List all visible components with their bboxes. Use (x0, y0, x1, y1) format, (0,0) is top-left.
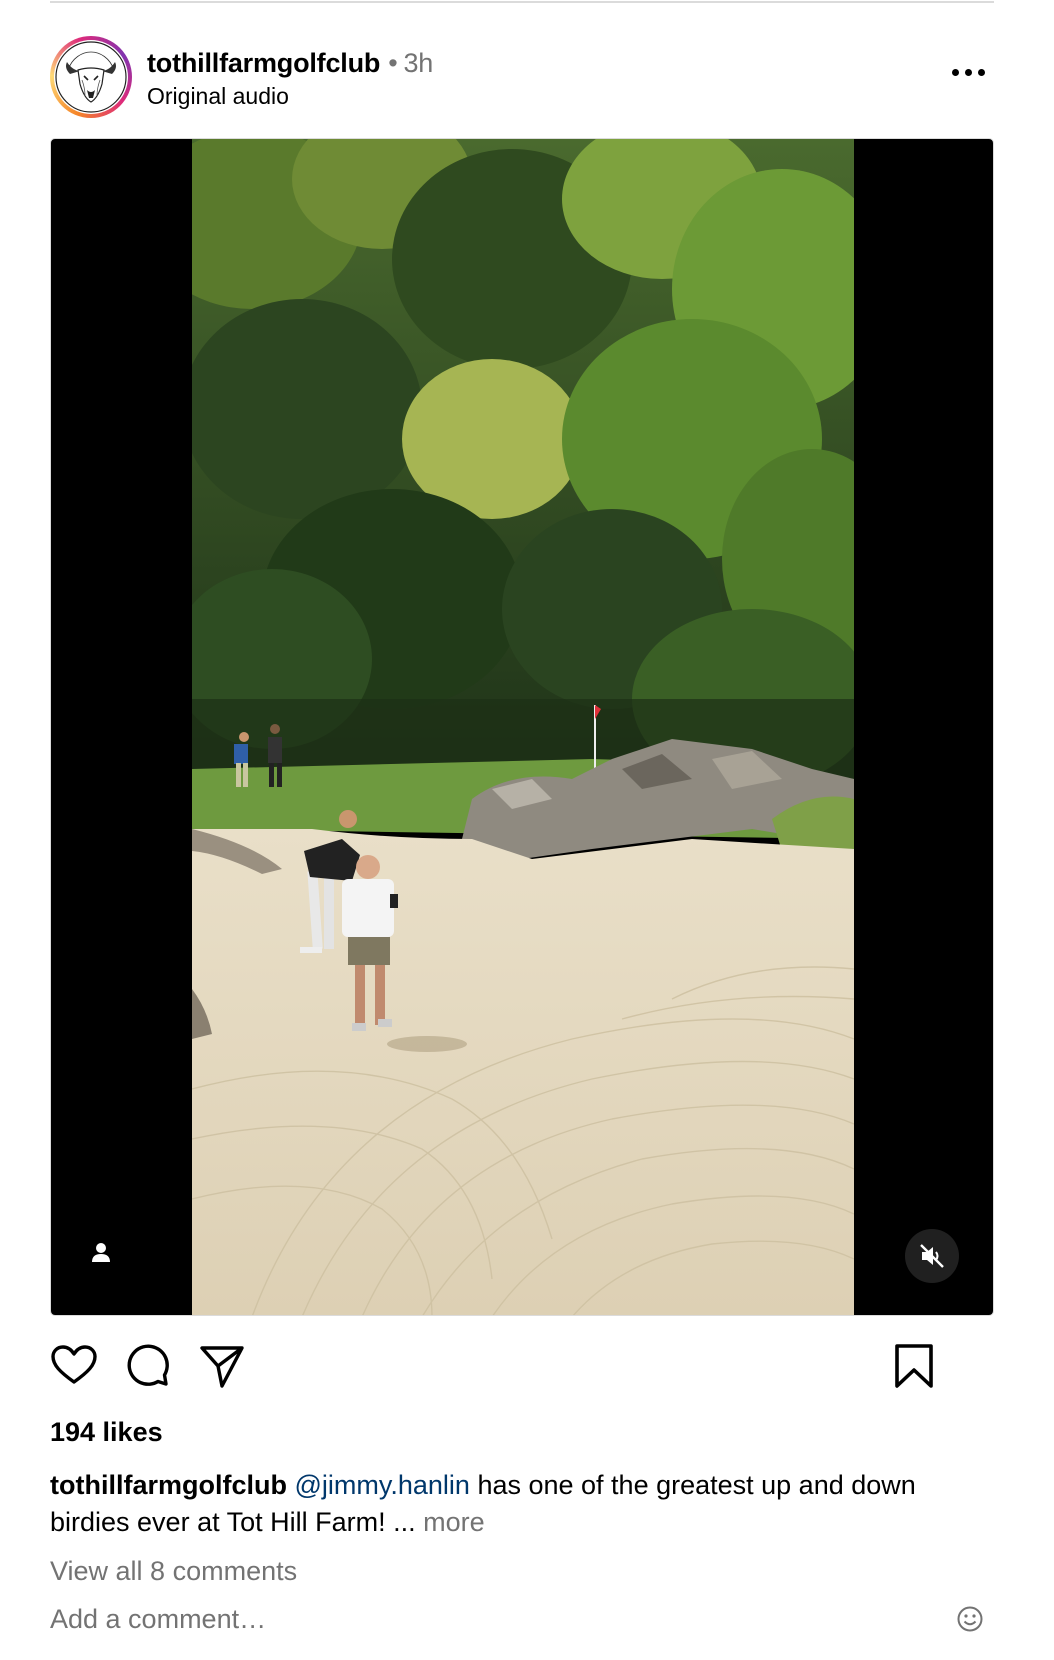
more-dot (965, 69, 972, 76)
comment-bubble-icon (127, 1344, 169, 1386)
golf-bunker-scene (192, 139, 854, 1315)
audio-label[interactable]: Original audio (147, 83, 289, 110)
post-caption: tothillfarmgolfclub @jimmy.hanlin has on… (50, 1467, 994, 1541)
tot-hill-farm-logo (55, 41, 127, 113)
post-time[interactable]: 3h (403, 48, 433, 78)
post-username-row: tothillfarmgolfclub • 3h (147, 48, 433, 79)
person-icon (92, 1243, 110, 1262)
smiley-icon (957, 1606, 983, 1632)
add-comment-input[interactable]: Add a comment… (50, 1604, 266, 1635)
save-button[interactable] (890, 1342, 938, 1390)
avatar-story-ring[interactable] (50, 36, 132, 118)
emoji-picker-button[interactable] (956, 1605, 984, 1633)
mute-toggle-button[interactable] (905, 1229, 959, 1283)
bookmark-icon (895, 1344, 933, 1388)
like-button[interactable] (50, 1342, 98, 1390)
more-dot (978, 69, 985, 76)
comment-button[interactable] (123, 1342, 171, 1390)
separator-dot: • (388, 48, 398, 78)
caption-mention[interactable]: @jimmy.hanlin (295, 1470, 470, 1500)
share-button[interactable] (198, 1342, 246, 1390)
post-header: tothillfarmgolfclub • 3h Original audio (50, 36, 994, 118)
caption-ellipsis: ... (385, 1507, 424, 1537)
post-username[interactable]: tothillfarmgolfclub (147, 48, 380, 78)
more-options-button[interactable] (952, 66, 986, 80)
paper-plane-icon (200, 1346, 244, 1388)
video-player[interactable] (50, 138, 994, 1316)
speaker-muted-icon (920, 1244, 944, 1268)
view-all-comments-link[interactable]: View all 8 comments (50, 1556, 297, 1587)
tagged-users-button[interactable] (87, 1239, 115, 1267)
caption-more-link[interactable]: more (423, 1507, 485, 1537)
avatar[interactable] (54, 40, 128, 114)
more-horizontal-icon (952, 69, 959, 76)
caption-username[interactable]: tothillfarmgolfclub (50, 1470, 287, 1500)
heart-icon (51, 1345, 97, 1384)
top-divider (50, 1, 994, 3)
video-frame[interactable] (192, 139, 854, 1315)
post-action-bar (50, 1342, 994, 1390)
like-count[interactable]: 194 likes (50, 1417, 163, 1448)
